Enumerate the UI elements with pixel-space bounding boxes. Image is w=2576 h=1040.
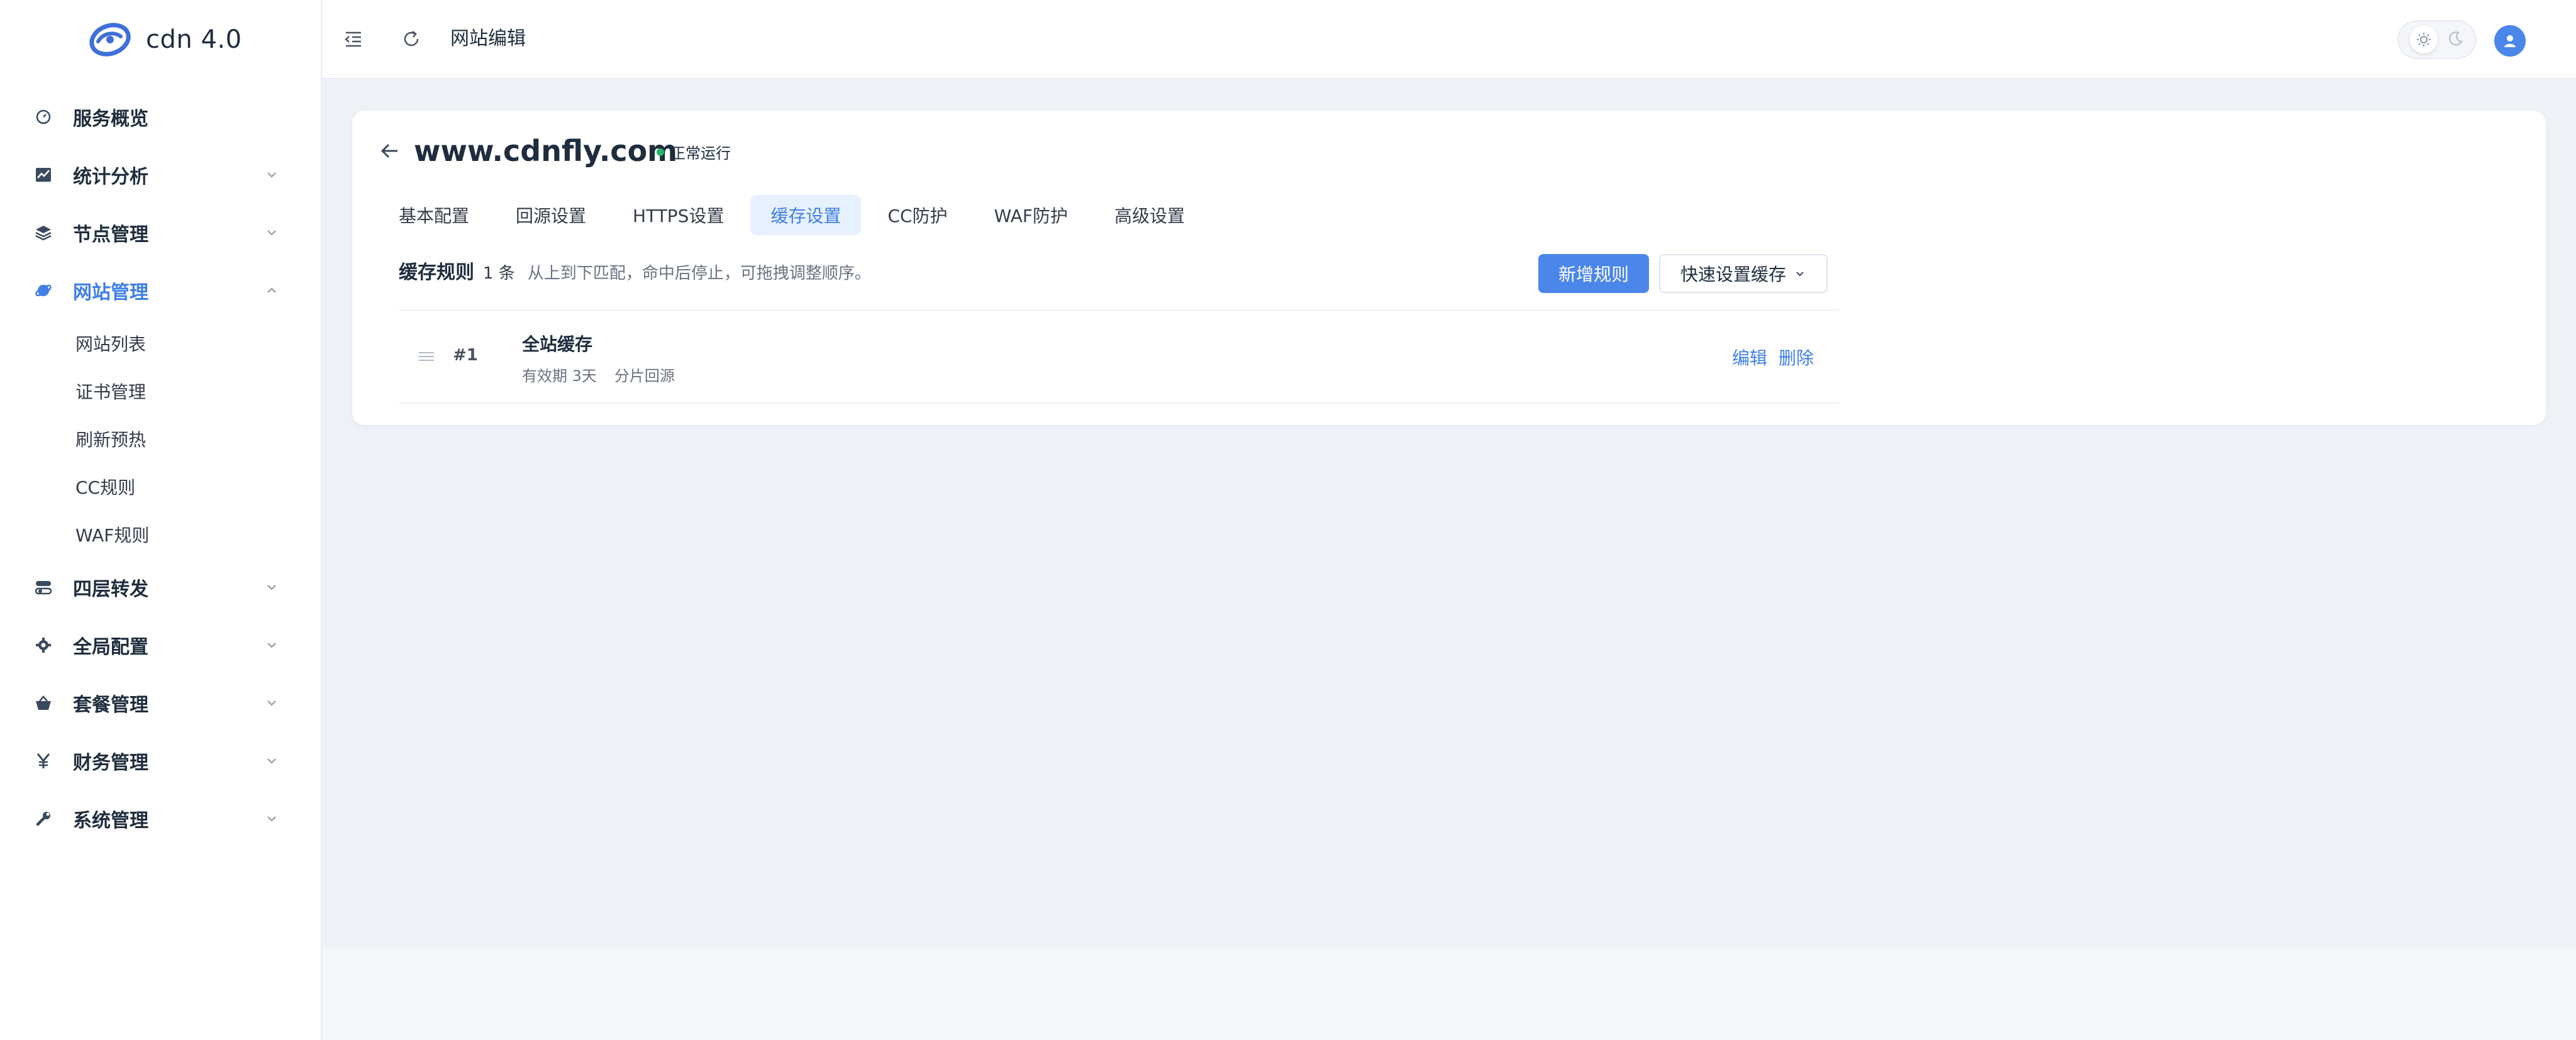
delete-rule-link[interactable]: 删除 <box>1779 345 1814 370</box>
brand-name: cdn 4.0 <box>146 25 242 54</box>
sidebar-item-label: 统计分析 <box>73 166 148 188</box>
yen-icon <box>33 750 54 772</box>
table-row: #1 全站缓存 有效期 3天 分片回源 编辑 删除 <box>399 311 1839 402</box>
drag-handle-icon[interactable] <box>418 351 435 362</box>
chevron-down-icon <box>267 230 276 236</box>
sidebar-item-label: 套餐管理 <box>73 694 148 716</box>
quick-cache-label: 快速设置缓存 <box>1680 264 1786 285</box>
cache-rules-header: 缓存规则 1 条 从上到下匹配，命中后停止，可拖拽调整顺序。 <box>399 257 871 284</box>
sidebar-item-finance[interactable]: 财务管理 <box>0 732 322 790</box>
sidebar-item-label: 系统管理 <box>73 810 148 832</box>
chevron-down-icon <box>267 172 276 178</box>
quick-cache-dropdown[interactable]: 快速设置缓存 <box>1659 254 1828 293</box>
sidebar-item-nodes[interactable]: 节点管理 <box>0 204 322 262</box>
chart-icon <box>33 164 54 185</box>
tab-https[interactable]: HTTPS设置 <box>613 195 744 235</box>
rule-mode: 分片回源 <box>614 367 675 385</box>
rule-expire: 有效期 3天 <box>522 367 597 385</box>
layers-icon <box>33 222 54 243</box>
brand[interactable]: cdn 4.0 <box>88 19 242 60</box>
site-edit-card: www.cdnfly.com 正常运行 基本配置 回源设置 HTTPS设置 缓存… <box>352 111 2546 425</box>
chevron-down-icon <box>267 643 276 648</box>
cache-rules-count: 1 条 <box>483 264 515 283</box>
sidebar: cdn 4.0 服务概览 统计分析 节点管理 网站管理 网站列表 证书管理 刷新… <box>0 0 322 1040</box>
sites-submenu: 网站列表 证书管理 刷新预热 CC规则 WAF规则 <box>0 319 322 558</box>
basket-icon <box>33 692 54 714</box>
tab-basic[interactable]: 基本配置 <box>379 195 489 235</box>
sidebar-item-label: 四层转发 <box>73 578 148 600</box>
sidebar-menu: 服务概览 统计分析 节点管理 网站管理 网站列表 证书管理 刷新预热 CC规则 … <box>0 88 322 848</box>
status-text: 正常运行 <box>670 145 731 162</box>
sidebar-item-packages[interactable]: 套餐管理 <box>0 674 322 732</box>
sidebar-item-label: 网站管理 <box>73 282 148 304</box>
rule-actions: 编辑 删除 <box>1732 345 1814 370</box>
sidebar-item-statistics[interactable]: 统计分析 <box>0 146 322 204</box>
topbar: 网站编辑 <box>322 0 2576 79</box>
dashboard-icon <box>33 106 54 128</box>
rule-index: #1 <box>453 346 478 365</box>
edit-rule-link[interactable]: 编辑 <box>1732 345 1767 370</box>
cache-rules-hint: 从上到下匹配，命中后停止，可拖拽调整顺序。 <box>527 264 871 283</box>
chevron-down-icon <box>267 585 276 590</box>
sidebar-item-sites[interactable]: 网站管理 <box>0 262 322 319</box>
sidebar-item-global-config[interactable]: 全局配置 <box>0 616 322 674</box>
sidebar-item-l4-forward[interactable]: 四层转发 <box>0 558 322 616</box>
moon-icon <box>2448 30 2464 49</box>
status-badge: 正常运行 <box>657 141 731 163</box>
sidebar-subitem-cc-rules[interactable]: CC规则 <box>0 463 322 511</box>
sidebar-subitem-refresh-prefetch[interactable]: 刷新预热 <box>0 415 322 463</box>
sidebar-subitem-waf-rules[interactable]: WAF规则 <box>0 511 322 558</box>
avatar[interactable] <box>2494 25 2526 57</box>
sidebar-item-label: 全局配置 <box>73 636 148 658</box>
sun-icon <box>2410 26 2438 53</box>
tab-origin[interactable]: 回源设置 <box>496 195 606 235</box>
user-icon <box>2504 35 2516 47</box>
theme-toggle[interactable] <box>2397 20 2477 59</box>
chevron-down-icon <box>267 816 276 822</box>
divider <box>399 402 1839 404</box>
sidebar-item-label: 财务管理 <box>73 752 148 774</box>
back-arrow-icon[interactable] <box>377 138 402 163</box>
wrench-icon <box>33 808 54 829</box>
tab-cache[interactable]: 缓存设置 <box>750 195 862 235</box>
config-tabs: 基本配置 回源设置 HTTPS设置 缓存设置 CC防护 WAF防护 高级设置 <box>379 195 1211 235</box>
globe-icon <box>33 280 54 301</box>
rule-meta: 有效期 3天 分片回源 <box>522 363 675 385</box>
toggle-icon <box>33 577 54 598</box>
chevron-down-icon <box>267 758 276 764</box>
sidebar-item-label: 服务概览 <box>73 108 148 130</box>
sidebar-item-system[interactable]: 系统管理 <box>0 790 322 848</box>
collapse-menu-icon[interactable] <box>342 28 365 50</box>
page-title: 网站编辑 <box>450 28 526 50</box>
sidebar-item-label: 节点管理 <box>73 224 148 246</box>
rule-name: 全站缓存 <box>522 334 593 355</box>
chevron-down-icon <box>267 700 276 706</box>
gear-icon <box>33 634 54 656</box>
chevron-down-icon <box>1796 272 1804 277</box>
add-rule-button[interactable]: 新增规则 <box>1538 254 1649 293</box>
site-domain: www.cdnfly.com <box>414 134 678 168</box>
cache-rules-title: 缓存规则 <box>399 262 474 284</box>
sidebar-item-overview[interactable]: 服务概览 <box>0 88 322 146</box>
chevron-up-icon <box>267 287 276 293</box>
cdn-logo-icon <box>88 19 132 60</box>
sidebar-subitem-site-list[interactable]: 网站列表 <box>0 319 322 367</box>
sidebar-subitem-certificates[interactable]: 证书管理 <box>0 367 322 415</box>
tab-advanced[interactable]: 高级设置 <box>1094 195 1205 235</box>
tab-waf[interactable]: WAF防护 <box>974 195 1088 235</box>
refresh-icon[interactable] <box>400 28 423 50</box>
status-dot-icon <box>657 148 664 156</box>
footer-area <box>323 948 2576 1040</box>
tab-cc[interactable]: CC防护 <box>867 195 967 235</box>
